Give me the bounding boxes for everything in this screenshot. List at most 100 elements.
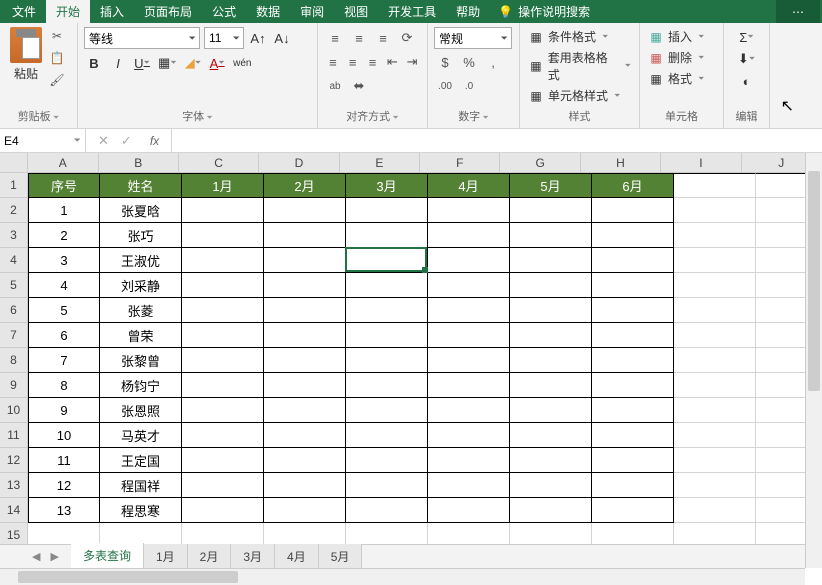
align-left-button[interactable]: ≡ — [324, 51, 342, 73]
cell[interactable] — [510, 273, 592, 298]
col-header-A[interactable]: A — [28, 153, 99, 173]
horizontal-scrollbar[interactable] — [0, 568, 805, 585]
cell[interactable] — [182, 248, 264, 273]
cell[interactable] — [428, 198, 510, 223]
font-color-button[interactable]: A — [207, 53, 227, 73]
cancel-formula-icon[interactable]: ✕ — [98, 133, 109, 149]
row-header-7[interactable]: 7 — [0, 323, 28, 348]
cell[interactable] — [592, 473, 674, 498]
cell[interactable] — [182, 273, 264, 298]
tab-formula[interactable]: 公式 — [202, 0, 246, 23]
cell[interactable]: 5 — [28, 298, 100, 323]
cell[interactable] — [428, 473, 510, 498]
share-button[interactable]: ⋯ — [776, 0, 820, 23]
align-middle-button[interactable]: ≡ — [348, 27, 370, 49]
cell[interactable] — [346, 298, 428, 323]
align-top-button[interactable]: ≡ — [324, 27, 346, 49]
cell[interactable] — [674, 448, 756, 473]
cell[interactable] — [182, 448, 264, 473]
cell[interactable] — [428, 348, 510, 373]
align-bottom-button[interactable]: ≡ — [372, 27, 394, 49]
cell[interactable] — [264, 198, 346, 223]
cell[interactable] — [674, 273, 756, 298]
cell[interactable] — [674, 348, 756, 373]
autosum-button[interactable]: Σ — [737, 27, 757, 47]
row-header-10[interactable]: 10 — [0, 398, 28, 423]
cell[interactable] — [510, 223, 592, 248]
formula-input[interactable] — [172, 129, 822, 152]
cell[interactable]: 3月 — [346, 173, 428, 198]
cell[interactable] — [264, 498, 346, 523]
cell[interactable]: 王淑优 — [100, 248, 182, 273]
sheet-tab-1[interactable]: 1月 — [144, 544, 188, 569]
cell-styles-button[interactable]: ▦单元格样式 — [526, 86, 633, 105]
font-size-combo[interactable]: 11 — [204, 27, 244, 49]
conditional-format-button[interactable]: ▦条件格式 — [526, 27, 633, 46]
cell[interactable] — [510, 473, 592, 498]
cell[interactable]: 9 — [28, 398, 100, 423]
tab-nav-next[interactable]: ▶ — [50, 550, 58, 563]
cell[interactable] — [182, 298, 264, 323]
row-header-8[interactable]: 8 — [0, 348, 28, 373]
col-header-H[interactable]: H — [581, 153, 661, 173]
cell[interactable] — [674, 248, 756, 273]
cell[interactable] — [674, 498, 756, 523]
currency-button[interactable]: $ — [434, 51, 456, 73]
align-center-button[interactable]: ≡ — [344, 51, 362, 73]
bold-button[interactable]: B — [84, 53, 104, 73]
col-header-F[interactable]: F — [420, 153, 500, 173]
cell[interactable]: 5月 — [510, 173, 592, 198]
sheet-tab-3[interactable]: 3月 — [231, 544, 275, 569]
tab-home[interactable]: 开始 — [46, 0, 90, 23]
cell[interactable] — [592, 198, 674, 223]
cell[interactable] — [346, 498, 428, 523]
cut-button[interactable]: ✂ — [48, 29, 66, 47]
cell[interactable]: 12 — [28, 473, 100, 498]
cell[interactable]: 王定国 — [100, 448, 182, 473]
vertical-scrollbar[interactable] — [805, 153, 822, 568]
indent-decrease-button[interactable]: ⇤ — [383, 51, 401, 73]
fx-icon[interactable]: fx — [150, 134, 159, 148]
cell[interactable] — [592, 348, 674, 373]
font-name-combo[interactable]: 等线 — [84, 27, 200, 49]
cell[interactable] — [674, 373, 756, 398]
sheet-tab-5[interactable]: 5月 — [319, 544, 363, 569]
decrease-decimal-button[interactable]: .0 — [458, 75, 480, 97]
cell[interactable] — [264, 348, 346, 373]
row-header-11[interactable]: 11 — [0, 423, 28, 448]
cell[interactable]: 13 — [28, 498, 100, 523]
cell[interactable]: 1 — [28, 198, 100, 223]
select-all-corner[interactable] — [0, 153, 28, 173]
row-header-9[interactable]: 9 — [0, 373, 28, 398]
cell[interactable] — [264, 298, 346, 323]
increase-decimal-button[interactable]: .00 — [434, 75, 456, 97]
cell[interactable] — [182, 198, 264, 223]
cell[interactable] — [182, 473, 264, 498]
clear-button[interactable]: ◐ — [737, 71, 757, 91]
col-header-G[interactable]: G — [500, 153, 580, 173]
cell[interactable] — [510, 198, 592, 223]
cell[interactable] — [428, 223, 510, 248]
cell[interactable] — [264, 273, 346, 298]
cell[interactable]: 张黎曾 — [100, 348, 182, 373]
tab-view[interactable]: 视图 — [334, 0, 378, 23]
row-header-14[interactable]: 14 — [0, 498, 28, 523]
cell[interactable] — [592, 448, 674, 473]
row-header-6[interactable]: 6 — [0, 298, 28, 323]
cell[interactable] — [346, 473, 428, 498]
paste-button[interactable]: 粘贴 — [6, 27, 46, 93]
cell[interactable] — [428, 373, 510, 398]
cell[interactable] — [674, 223, 756, 248]
cell[interactable]: 8 — [28, 373, 100, 398]
format-cells-button[interactable]: ▦格式 — [646, 69, 717, 88]
cell[interactable] — [182, 348, 264, 373]
cell[interactable]: 程思寒 — [100, 498, 182, 523]
tab-layout[interactable]: 页面布局 — [134, 0, 202, 23]
cell[interactable]: 4月 — [428, 173, 510, 198]
col-header-C[interactable]: C — [179, 153, 259, 173]
border-button[interactable]: ▦ — [156, 53, 179, 73]
cell[interactable]: 3 — [28, 248, 100, 273]
cell[interactable] — [346, 373, 428, 398]
cell[interactable] — [346, 348, 428, 373]
format-as-table-button[interactable]: ▦套用表格格式 — [526, 48, 633, 84]
